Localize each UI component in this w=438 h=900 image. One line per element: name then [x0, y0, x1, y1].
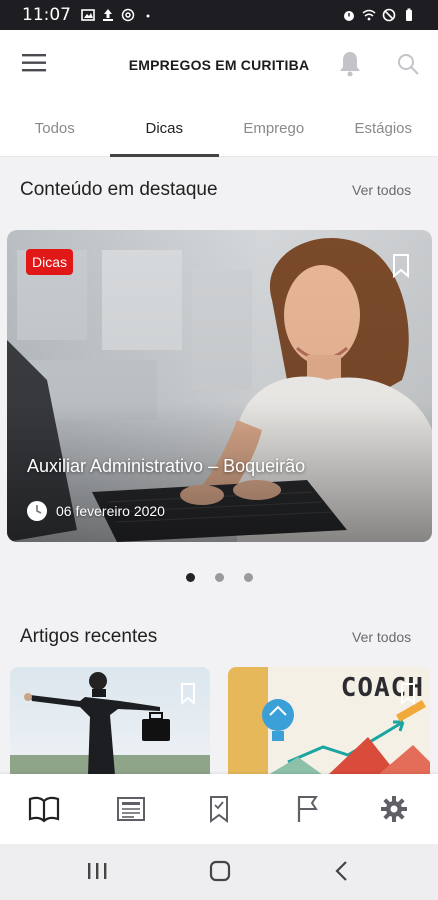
recent-apps-icon[interactable]	[86, 861, 108, 881]
app-bar: EMPREGOS EM CURITIBA	[0, 30, 438, 100]
carousel-dot-3[interactable]	[243, 573, 253, 582]
image-icon	[81, 9, 95, 21]
nav-news-tab[interactable]	[111, 789, 151, 829]
tab-estagios[interactable]: Estágios	[329, 100, 438, 156]
featured-section-title: Conteúdo em destaque	[20, 179, 218, 200]
featured-card-title: Auxiliar Administrativo – Boqueirão	[27, 456, 306, 476]
bookmark-icon[interactable]	[392, 254, 410, 278]
bookmark-icon[interactable]	[180, 683, 196, 705]
recent-article-card-1[interactable]	[10, 667, 210, 775]
recent-see-all-link[interactable]: Ver todos	[352, 629, 411, 645]
tab-todos[interactable]: Todos	[0, 100, 110, 156]
nav-read-tab[interactable]	[24, 789, 64, 829]
status-time: 11:07	[22, 5, 71, 25]
tab-emprego[interactable]: Emprego	[219, 100, 329, 156]
newspaper-icon	[117, 797, 146, 821]
bottom-navigation	[0, 774, 438, 844]
nav-flag-tab[interactable]	[287, 789, 327, 829]
home-icon[interactable]	[209, 860, 231, 882]
carousel-indicator	[0, 573, 438, 582]
tab-dicas[interactable]: Dicas	[109, 100, 220, 157]
featured-card-date: 06 fevereiro 2020	[56, 503, 165, 519]
nav-saved-tab[interactable]	[199, 789, 239, 829]
recent-article-card-2[interactable]: COACH	[228, 667, 430, 775]
bookmark-icon[interactable]	[400, 683, 416, 705]
featured-card-image	[7, 230, 432, 542]
search-icon[interactable]	[396, 52, 420, 76]
nav-settings-tab[interactable]	[374, 789, 414, 829]
featured-see-all-link[interactable]: Ver todos	[352, 182, 411, 198]
status-bar: 11:07	[0, 0, 438, 30]
featured-category-badge: Dicas	[26, 249, 74, 275]
recent-section-title: Artigos recentes	[20, 626, 158, 647]
gear-icon	[381, 796, 408, 822]
upload-icon	[103, 9, 113, 21]
at-icon	[121, 8, 135, 22]
clock-icon	[27, 501, 47, 521]
featured-card[interactable]: Dicas Auxiliar Administrativo – Boqueirã…	[7, 230, 432, 542]
bell-icon[interactable]	[337, 50, 363, 78]
featured-card-meta: 06 fevereiro 2020	[26, 500, 165, 522]
back-icon[interactable]	[334, 860, 350, 882]
battery-icon	[406, 8, 412, 21]
app-title: EMPREGOS EM CURITIBA	[128, 57, 310, 73]
flag-icon	[297, 796, 318, 822]
category-tabs: Todos Dicas Emprego Estágios	[0, 100, 438, 157]
bookmark-icon	[209, 796, 228, 823]
wifi-icon	[362, 9, 376, 21]
book-open-icon	[28, 796, 59, 823]
dnd-icon	[382, 8, 396, 22]
carousel-dot-1[interactable]	[185, 573, 195, 582]
carousel-dot-2[interactable]	[214, 573, 224, 582]
alarm-icon	[344, 11, 354, 21]
system-navigation-bar	[0, 844, 438, 900]
dot-icon	[146, 14, 150, 18]
